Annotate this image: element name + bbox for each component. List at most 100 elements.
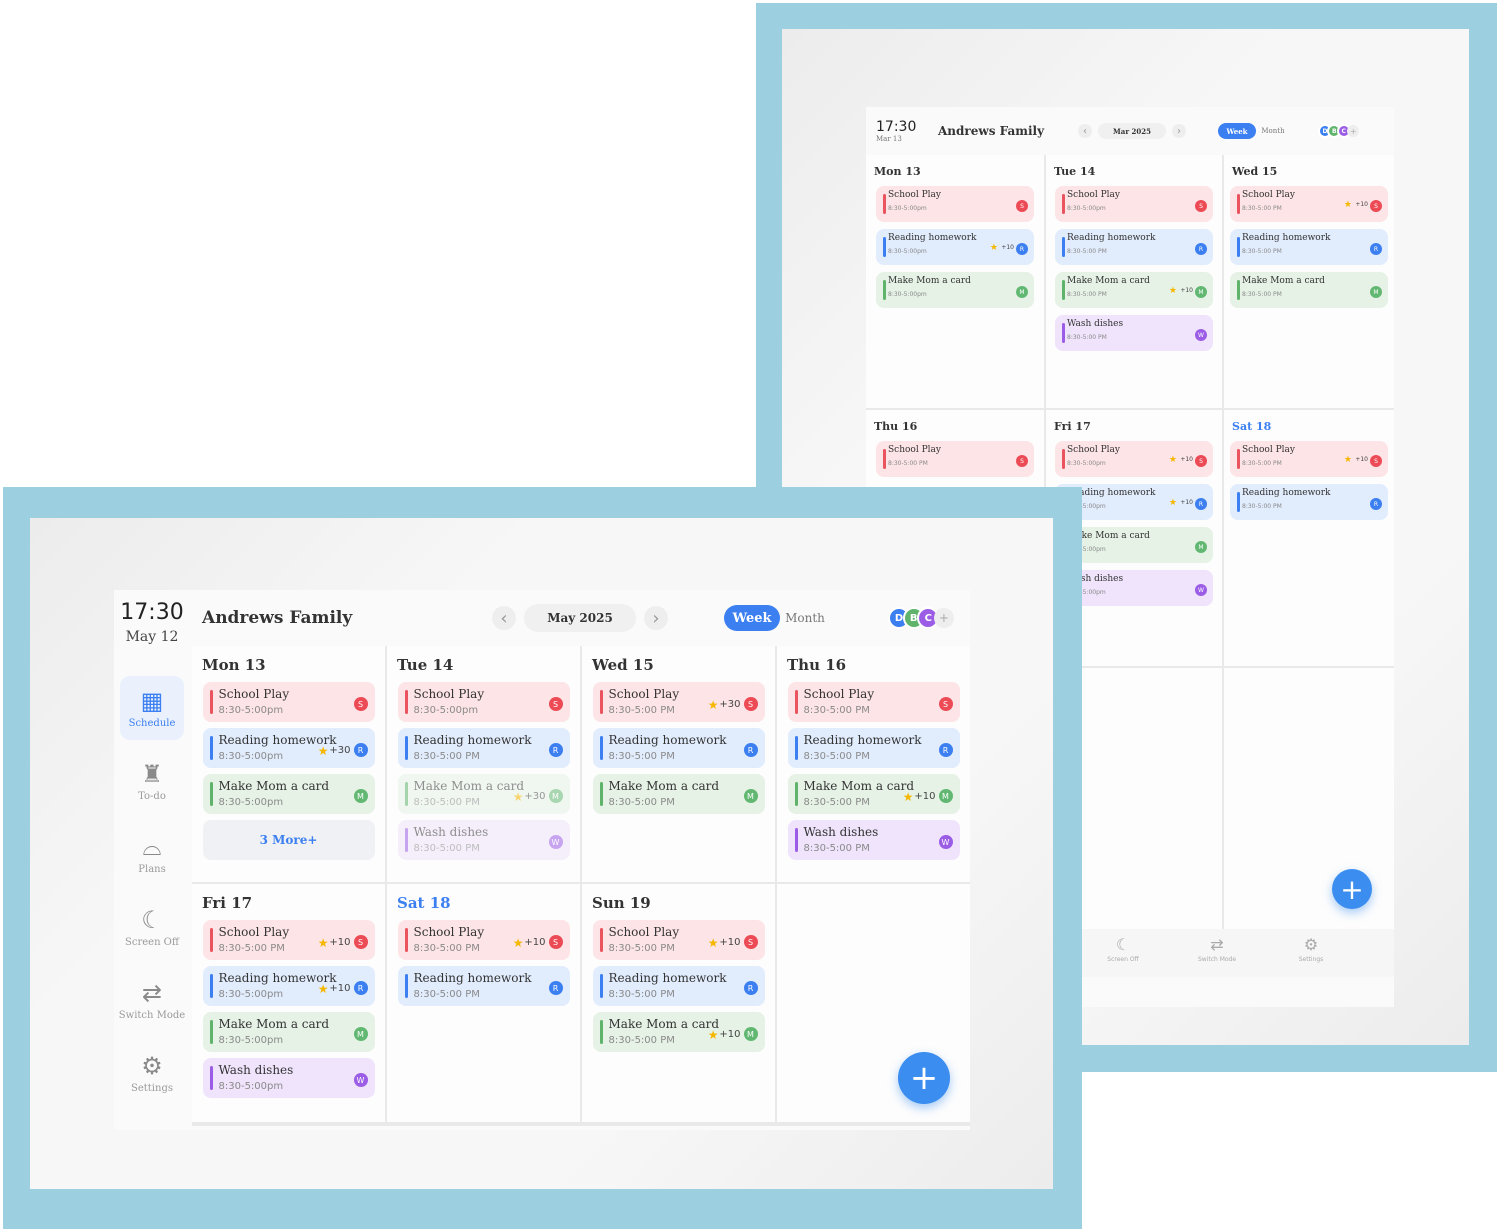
- event-card[interactable]: Reading homework 8:30-5:00 PM R: [397, 966, 570, 1006]
- sidebar-item-screen-off[interactable]: ☾ Screen Off: [120, 895, 184, 959]
- event-card[interactable]: School Play 8:30-5:00 PM ★ +10 S: [202, 920, 375, 960]
- event-color-bar: [883, 194, 886, 214]
- event-color-bar: [599, 928, 603, 952]
- front-add-event-button[interactable]: +: [898, 1052, 950, 1104]
- event-card[interactable]: School Play 8:30-5:00 PM ★ +10 S: [397, 920, 570, 960]
- event-title: Wash dishes: [803, 825, 879, 839]
- sidebar-item-label: Schedule: [128, 717, 176, 729]
- member-avatar-icon: M: [353, 1027, 368, 1041]
- front-week-view-button[interactable]: Week: [724, 605, 780, 631]
- back-prev-month-button[interactable]: ‹: [1078, 124, 1092, 138]
- sidebar-item-schedule[interactable]: ▦ Schedule: [120, 676, 184, 740]
- event-color-bar: [404, 690, 408, 714]
- sidebar-item-plans[interactable]: ⌓ Plans: [120, 822, 184, 886]
- event-title: Reading homework: [608, 733, 727, 747]
- sidebar-item-switch-mode[interactable]: ⇄ Switch Mode: [119, 968, 185, 1032]
- event-time: 8:30-5:00pm: [888, 291, 927, 298]
- event-color-bar: [599, 1020, 603, 1044]
- event-points: +10: [1180, 499, 1193, 506]
- member-avatar-icon: S: [1195, 455, 1207, 467]
- add-member-icon[interactable]: +: [933, 608, 954, 628]
- event-card[interactable]: Wash dishes 8:30-5:00 PM W: [1055, 315, 1213, 351]
- event-color-bar: [794, 690, 798, 714]
- event-card[interactable]: Reading homework 8:30-5:00pm ★ +10 R: [876, 229, 1034, 265]
- event-card[interactable]: Make Mom a card 8:30-5:00 PM ★ +10 M: [787, 774, 960, 814]
- bottom-nav-item[interactable]: ☾ Screen Off: [1076, 929, 1170, 977]
- event-title: School Play: [218, 925, 290, 939]
- event-card[interactable]: School Play 8:30-5:00 PM ★ +30 S: [592, 682, 765, 722]
- event-card[interactable]: School Play 8:30-5:00pm S: [1055, 186, 1213, 222]
- member-avatar-icon: W: [938, 835, 953, 849]
- event-time: 8:30-5:00 PM: [1067, 248, 1107, 255]
- member-avatar-icon: R: [1195, 498, 1207, 510]
- event-card[interactable]: Reading homework 8:30-5:00pm ★ +10 R: [202, 966, 375, 1006]
- event-time: 8:30-5:00 PM: [803, 797, 870, 808]
- event-title: Make Mom a card: [218, 1017, 330, 1031]
- event-time: 8:30-5:00pm: [218, 797, 284, 808]
- back-next-month-button[interactable]: ›: [1172, 124, 1186, 138]
- member-avatar-icon: S: [548, 935, 563, 949]
- event-time: 8:30-5:00 PM: [803, 843, 870, 854]
- front-next-month-button[interactable]: ›: [644, 606, 668, 630]
- back-header: 17:30 Mar 13 Andrews Family ‹ Mar 2025 ›…: [866, 107, 1394, 155]
- event-card[interactable]: Make Mom a card 8:30-5:00 PM ★ +10 M: [1055, 272, 1213, 308]
- day-column: Sun 19 School Play 8:30-5:00 PM ★ +10 S Readin…: [582, 884, 775, 1122]
- event-card[interactable]: Reading homework 8:30-5:00 PM R: [1230, 484, 1388, 520]
- sidebar-item-settings[interactable]: ⚙ Settings: [120, 1041, 184, 1105]
- event-card[interactable]: Reading homework 8:30-5:00 PM R: [1055, 229, 1213, 265]
- event-card[interactable]: School Play 8:30-5:00pm ★ +10 S: [1055, 441, 1213, 477]
- star-icon: ★: [317, 744, 329, 758]
- event-card[interactable]: School Play 8:30-5:00 PM ★ +10 S: [1230, 186, 1388, 222]
- event-card[interactable]: School Play 8:30-5:00pm S: [397, 682, 570, 722]
- event-card[interactable]: School Play 8:30-5:00 PM S: [787, 682, 960, 722]
- back-time: 17:30: [876, 119, 917, 135]
- back-add-event-button[interactable]: +: [1332, 869, 1372, 909]
- event-card[interactable]: School Play 8:30-5:00pm S: [876, 186, 1034, 222]
- event-card[interactable]: School Play 8:30-5:00 PM ★ +10 S: [592, 920, 765, 960]
- day-title: Tue 14: [397, 656, 454, 674]
- front-month-view-button[interactable]: Month: [780, 605, 830, 631]
- event-card[interactable]: Wash dishes 8:30-5:00 PM W: [787, 820, 960, 860]
- event-card[interactable]: Wash dishes 8:30-5:00 PM W: [397, 820, 570, 860]
- back-week-view-button[interactable]: Week: [1218, 123, 1256, 139]
- event-card[interactable]: Make Mom a card 8:30-5:00 PM ★ +10 M: [592, 1012, 765, 1052]
- sidebar-item-label: Plans: [138, 863, 166, 875]
- event-color-bar: [209, 736, 213, 760]
- bottom-nav-item[interactable]: ⚙ Settings: [1264, 929, 1358, 977]
- event-card[interactable]: Make Mom a card 8:30-5:00 PM ★ +30 M: [397, 774, 570, 814]
- member-avatar-icon: M: [1370, 286, 1382, 298]
- event-color-bar: [599, 974, 603, 998]
- event-card[interactable]: Reading homework 8:30-5:00 PM R: [397, 728, 570, 768]
- event-card[interactable]: Reading homework 8:30-5:00 PM R: [592, 966, 765, 1006]
- event-time: 8:30-5:00 PM: [608, 1035, 675, 1046]
- event-card[interactable]: School Play 8:30-5:00 PM S: [876, 441, 1034, 477]
- member-avatar-icon: S: [1016, 455, 1028, 467]
- event-card[interactable]: Make Mom a card 8:30-5:00pm M: [202, 774, 375, 814]
- event-card[interactable]: Make Mom a card 8:30-5:00pm M: [202, 1012, 375, 1052]
- event-points: +10: [914, 791, 936, 802]
- more-events-button[interactable]: 3 More+: [202, 820, 375, 860]
- event-card[interactable]: Reading homework 8:30-5:00 PM R: [787, 728, 960, 768]
- back-month-view-button[interactable]: Month: [1256, 123, 1290, 139]
- event-card[interactable]: Make Mom a card 8:30-5:00 PM M: [1230, 272, 1388, 308]
- event-card[interactable]: Reading homework 8:30-5:00 PM R: [592, 728, 765, 768]
- event-card[interactable]: Make Mom a card 8:30-5:00pm M: [876, 272, 1034, 308]
- event-card[interactable]: Wash dishes 8:30-5:00pm W: [202, 1058, 375, 1098]
- event-card[interactable]: Reading homework 8:30-5:00pm ★ +30 R: [202, 728, 375, 768]
- event-time: 8:30-5:00 PM: [608, 797, 675, 808]
- event-card[interactable]: School Play 8:30-5:00 PM ★ +10 S: [1230, 441, 1388, 477]
- bottom-nav-item[interactable]: ⇄ Switch Mode: [1170, 929, 1264, 977]
- member-avatar-icon: R: [743, 743, 758, 757]
- member-avatar-icon: S: [1370, 200, 1382, 212]
- event-color-bar: [883, 237, 886, 257]
- star-icon: ★: [707, 936, 719, 950]
- event-card[interactable]: Make Mom a card 8:30-5:00 PM M: [592, 774, 765, 814]
- day-column: Mon 13 School Play 8:30-5:00pm S Reading hom…: [866, 155, 1044, 408]
- add-member-icon[interactable]: +: [1347, 125, 1360, 137]
- event-card[interactable]: School Play 8:30-5:00pm S: [202, 682, 375, 722]
- front-prev-month-button[interactable]: ‹: [492, 606, 516, 630]
- member-avatar-icon: R: [1370, 243, 1382, 255]
- sidebar-item-to-do[interactable]: ♜ To-do: [120, 749, 184, 813]
- event-card[interactable]: Reading homework 8:30-5:00 PM R: [1230, 229, 1388, 265]
- member-avatar-icon: S: [938, 697, 953, 711]
